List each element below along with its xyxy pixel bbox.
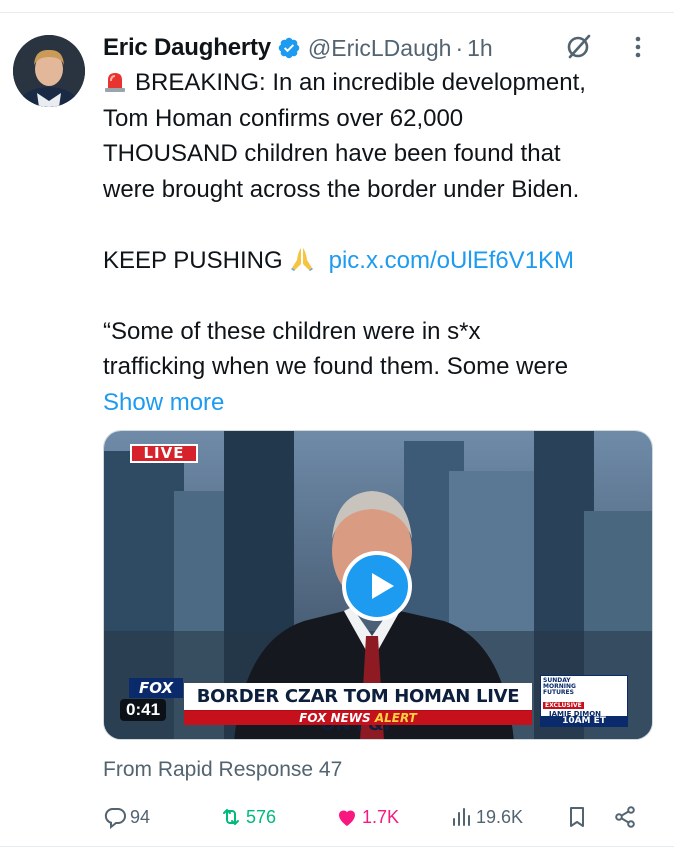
tweet-text-line-2: Tom Homan confirms over 62,000 (103, 104, 464, 132)
share-icon (615, 806, 635, 828)
separator-dot: · (455, 34, 464, 61)
alert-brand: FOX NEWS (299, 711, 371, 725)
more-options-icon[interactable] (628, 33, 648, 61)
siren-emoji-icon (105, 73, 125, 92)
video-player[interactable]: LIVE FOX 0:41 BORDER CZAR TOM HOMAN LIVE… (103, 430, 653, 740)
views-button[interactable]: 19.6K (449, 802, 523, 832)
avatar[interactable] (13, 35, 85, 107)
repost-count: 576 (246, 806, 277, 827)
show-more-link[interactable]: Show more (103, 385, 663, 421)
live-badge: LIVE (130, 444, 198, 463)
show-promo: SUNDAY MORNING FUTURES EXCLUSIVE JAMIE D… (540, 675, 628, 727)
avatar-image (13, 35, 85, 107)
views-count: 19.6K (476, 806, 524, 827)
video-duration: 0:41 (120, 699, 167, 721)
reply-icon (104, 808, 126, 829)
promo-tag: EXCLUSIVE (543, 702, 584, 709)
like-count: 1.7K (362, 806, 400, 827)
tweet-text-line-4: were brought across the border under Bid… (103, 175, 580, 203)
author-handle[interactable]: @EricLDaugh (308, 35, 452, 62)
bookmark-button[interactable] (565, 802, 592, 832)
media-source[interactable]: From Rapid Response 47 (103, 758, 342, 782)
repost-button[interactable]: 576 (219, 802, 276, 832)
praying-hands-emoji-icon (290, 247, 313, 271)
keep-pushing-text: KEEP PUSHING (103, 246, 283, 274)
quote-text-line-1: “Some of these children were in s*x (103, 317, 481, 345)
alert-word: ALERT (374, 711, 417, 725)
tweet-line: BREAKING: In an incredible development, (103, 65, 663, 101)
tweet-line: KEEP PUSHING pic.x.com/oUlEf6V1KM (103, 243, 663, 279)
tweet-time[interactable]: 1h (467, 35, 493, 62)
share-button[interactable] (613, 802, 640, 832)
tweet-header: Eric Daugherty @EricLDaugh · 1h (103, 31, 493, 65)
news-chyron: BORDER CZAR TOM HOMAN LIVE ON F&F (184, 683, 532, 735)
top-divider (0, 12, 674, 13)
bottom-divider (0, 846, 674, 847)
quote-text-line-2: trafficking when we found them. Some wer… (103, 353, 569, 380)
heart-icon (339, 810, 355, 826)
grok-icon[interactable] (564, 31, 594, 61)
fox-logo: FOX (129, 678, 183, 698)
promo-time: 10AM ET (541, 716, 627, 726)
repost-icon (223, 809, 239, 825)
action-bar: 94 576 1.7K 19.6K (103, 802, 648, 832)
tweet-text-line-3: THOUSAND children have been found that (103, 140, 561, 167)
promo-show: SUNDAY MORNING FUTURES (543, 677, 576, 696)
like-button[interactable]: 1.7K (335, 802, 399, 832)
tweet-text-line-1: BREAKING: In an incredible development, (135, 69, 586, 96)
reply-count: 94 (130, 806, 151, 827)
bookmark-icon (570, 807, 584, 827)
news-alert-bar: FOX NEWS ALERT (184, 711, 532, 725)
media-link[interactable]: pic.x.com/oUlEf6V1KM (329, 247, 574, 274)
tweet-body: BREAKING: In an incredible development, … (103, 65, 663, 420)
play-button[interactable] (342, 551, 412, 621)
reply-button[interactable]: 94 (103, 802, 150, 832)
verified-badge-icon[interactable] (277, 36, 301, 60)
author-name[interactable]: Eric Daugherty (103, 34, 271, 62)
views-chart-icon (453, 808, 470, 826)
